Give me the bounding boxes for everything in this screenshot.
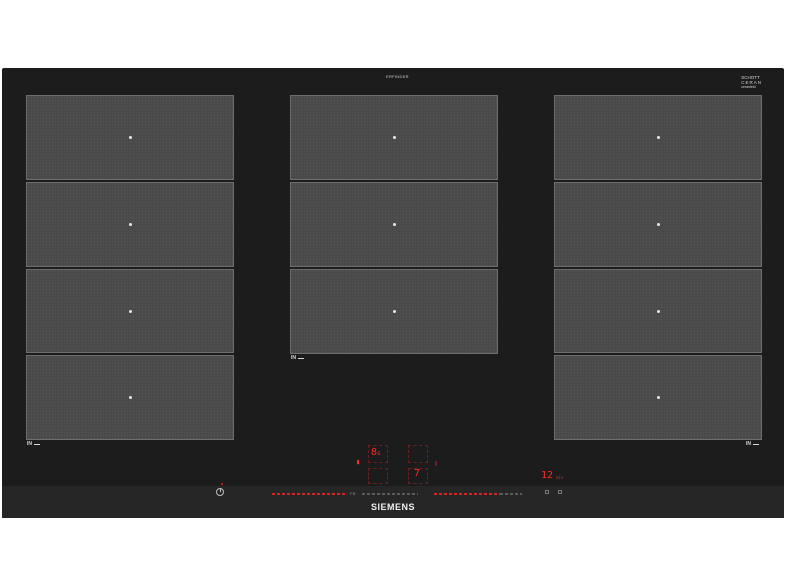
schott-ceran-logo: SCHOTT CERAN ceranfeld — [741, 75, 762, 90]
zone-center-marker — [392, 223, 396, 226]
zone-center-marker — [392, 136, 396, 139]
zone-center-marker — [656, 223, 660, 226]
secondary-level-display: 7 — [414, 468, 421, 479]
zone-center-marker — [128, 136, 132, 139]
zone-center-marker — [656, 309, 660, 313]
zone-left-1[interactable] — [26, 95, 234, 180]
zone-right-3[interactable] — [554, 269, 762, 353]
timer-button[interactable] — [545, 490, 549, 494]
zone-middle-1[interactable] — [290, 95, 498, 180]
lock-button[interactable] — [558, 490, 562, 494]
zone-center-marker — [128, 309, 132, 313]
slider-right-inactive[interactable] — [500, 493, 522, 495]
zone-right-1[interactable] — [554, 95, 762, 180]
zone-display-2[interactable] — [408, 445, 428, 463]
right-indicator: ▯ — [434, 460, 438, 467]
zone-center-marker — [128, 396, 132, 399]
zone-right-4[interactable] — [554, 355, 762, 440]
flex-label-right: IN — [746, 441, 759, 447]
slider-left[interactable] — [272, 493, 346, 495]
zone-middle-2[interactable] — [290, 182, 498, 267]
zone-center-marker — [656, 396, 660, 399]
slider-right[interactable] — [434, 493, 500, 495]
flex-label-middle: IN — [291, 355, 304, 361]
zone-left-4[interactable] — [26, 355, 234, 440]
flex-induction-icon — [298, 355, 304, 359]
timer-unit: min — [556, 475, 564, 480]
zone-center-marker — [392, 310, 396, 313]
zone-display-3[interactable] — [368, 468, 388, 484]
flex-induction-icon — [34, 441, 40, 445]
power-icon[interactable] — [216, 488, 224, 496]
power-level-display: 8s — [371, 447, 381, 458]
power-led — [221, 483, 223, 485]
zone-center-marker — [656, 136, 660, 139]
zone-middle-3[interactable] — [290, 269, 498, 354]
schott-line-3: ceranfeld — [741, 85, 756, 89]
zone-left-2[interactable] — [26, 182, 234, 267]
flex-induction-icon — [753, 441, 759, 445]
left-indicator: ▮ — [356, 458, 361, 466]
series-label: ERFINDER — [386, 74, 409, 79]
zone-left-3[interactable] — [26, 269, 234, 353]
timer-display: 12 — [541, 470, 554, 481]
flex-mark: FB — [350, 491, 356, 496]
slider-middle[interactable] — [362, 493, 418, 495]
brand-logo: SIEMENS — [370, 502, 415, 512]
zone-center-marker — [128, 223, 132, 226]
flex-label-left: IN — [27, 441, 40, 447]
zone-right-2[interactable] — [554, 182, 762, 267]
